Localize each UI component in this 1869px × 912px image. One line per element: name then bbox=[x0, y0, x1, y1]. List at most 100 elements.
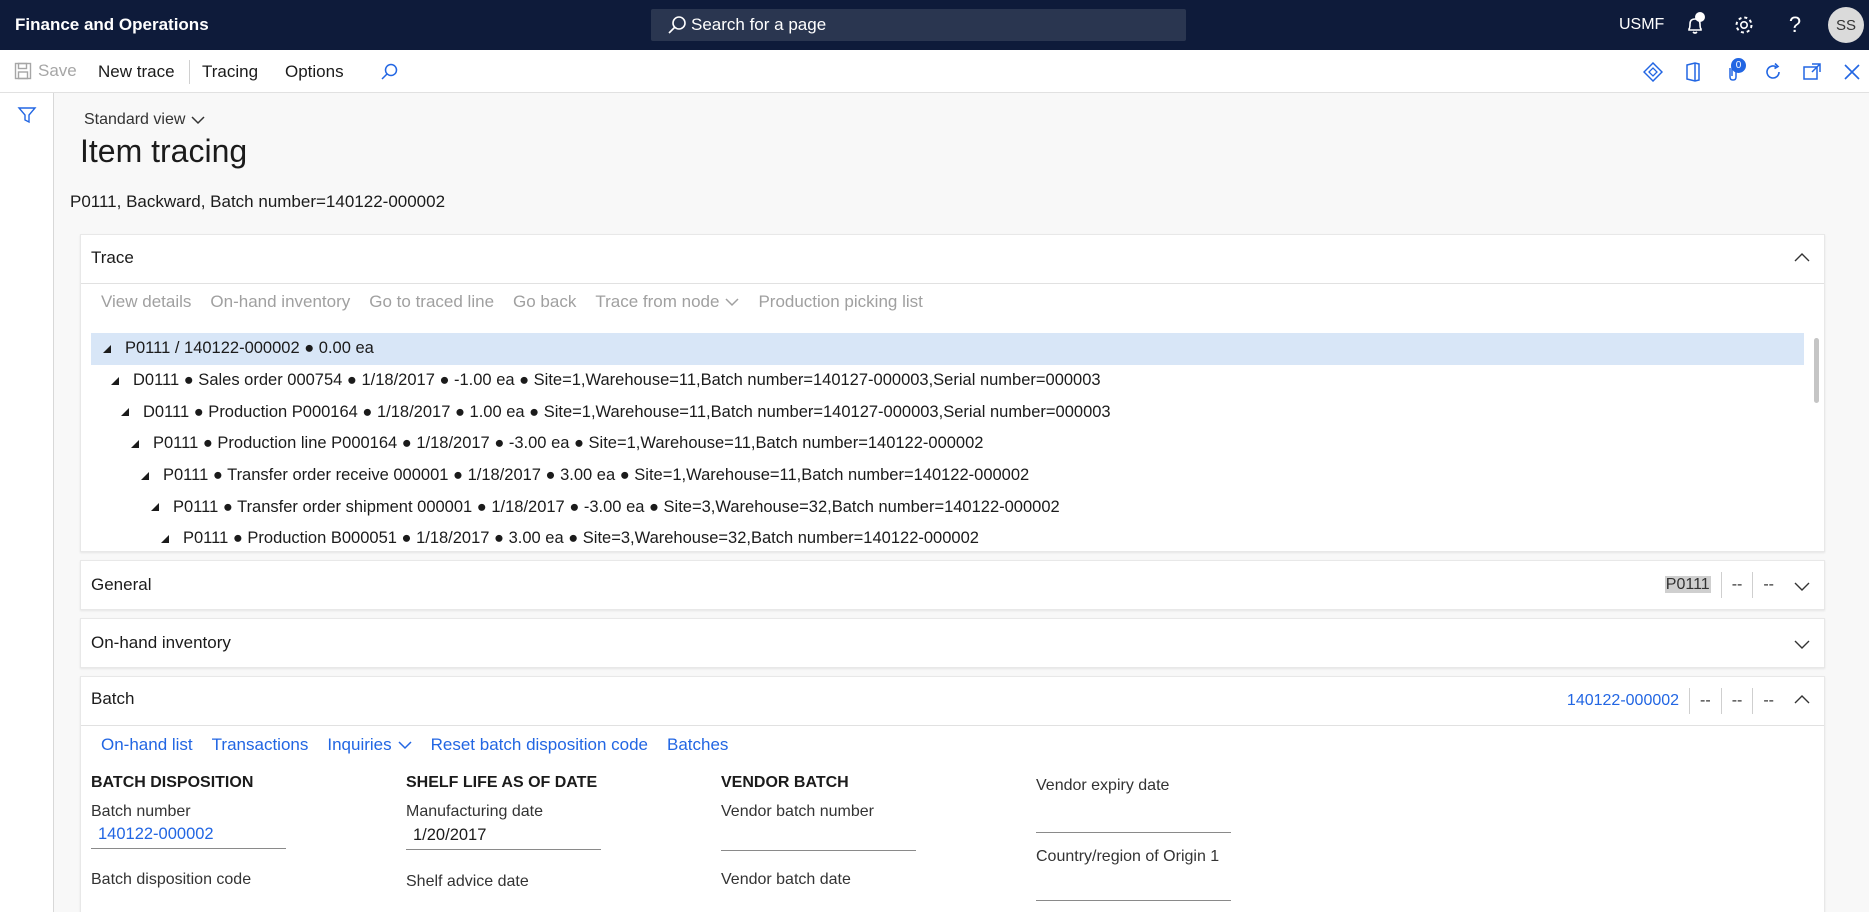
tree-node-label: D0111 ● Production P000164 ● 1/18/2017 ●… bbox=[143, 402, 1111, 421]
tree-node[interactable]: D0111 ● Production P000164 ● 1/18/2017 ●… bbox=[91, 396, 1804, 428]
general-section: General P0111 -- -- bbox=[80, 560, 1825, 610]
page-search-box[interactable] bbox=[651, 9, 1186, 41]
summary-field: -- bbox=[1720, 688, 1753, 714]
search-input[interactable] bbox=[691, 15, 1171, 35]
reset-batch-disposition-link[interactable]: Reset batch disposition code bbox=[431, 735, 648, 755]
tree-node[interactable]: P0111 ● Production B000051 ● 1/18/2017 ●… bbox=[91, 523, 1804, 553]
batch-disposition-heading: BATCH DISPOSITION bbox=[91, 774, 254, 791]
filter-pane-rail bbox=[0, 93, 54, 912]
country-of-origin-label: Country/region of Origin 1 bbox=[1036, 848, 1220, 865]
trace-caption: P0111, Backward, Batch number=140122-000… bbox=[70, 192, 446, 211]
tree-scrollbar[interactable] bbox=[1814, 338, 1819, 403]
help-icon[interactable]: ? bbox=[1783, 12, 1807, 37]
popout-icon[interactable] bbox=[1801, 61, 1823, 83]
chevron-down-icon[interactable] bbox=[1794, 636, 1810, 652]
tree-node[interactable]: P0111 / 140122-000002 ● 0.00 ea bbox=[91, 333, 1804, 365]
onhand-inventory-button[interactable]: On-hand inventory bbox=[210, 292, 350, 312]
filter-icon[interactable] bbox=[17, 105, 37, 130]
top-navigation-bar: Finance and Operations USMF ? SS bbox=[0, 0, 1869, 50]
close-icon[interactable] bbox=[1841, 61, 1863, 83]
onhand-list-link[interactable]: On-hand list bbox=[101, 735, 193, 755]
tracing-tab[interactable]: Tracing bbox=[202, 62, 258, 82]
page-title: Item tracing bbox=[80, 133, 248, 169]
trace-from-node-label: Trace from node bbox=[595, 292, 720, 311]
manufacturing-date-field[interactable]: 1/20/2017 bbox=[406, 824, 601, 850]
view-name: Standard view bbox=[84, 111, 186, 128]
summary-batch-number[interactable]: 140122-000002 bbox=[1557, 688, 1689, 714]
batch-toolbar: On-hand list Transactions Inquiries Rese… bbox=[101, 735, 728, 755]
tree-node-label: P0111 / 140122-000002 ● 0.00 ea bbox=[125, 339, 374, 358]
view-details-button[interactable]: View details bbox=[101, 292, 191, 312]
batch-number-label: Batch number bbox=[91, 803, 191, 820]
batches-link[interactable]: Batches bbox=[667, 735, 728, 755]
refresh-icon[interactable] bbox=[1762, 61, 1784, 83]
save-icon bbox=[14, 62, 32, 80]
avatar[interactable]: SS bbox=[1828, 7, 1864, 43]
chevron-down-icon bbox=[191, 116, 205, 125]
summary-field: -- bbox=[1752, 572, 1784, 598]
save-button[interactable]: Save bbox=[14, 61, 77, 81]
production-picking-list-button[interactable]: Production picking list bbox=[758, 292, 922, 312]
vendor-batch-number-field[interactable] bbox=[721, 825, 916, 851]
gear-icon[interactable] bbox=[1732, 13, 1756, 37]
bell-icon[interactable] bbox=[1683, 12, 1707, 37]
batch-section-title[interactable]: Batch bbox=[91, 689, 134, 709]
batch-number-field[interactable]: 140122-000002 bbox=[91, 823, 286, 849]
search-icon bbox=[668, 16, 686, 34]
action-search-icon[interactable] bbox=[378, 61, 400, 83]
diamond-icon[interactable] bbox=[1642, 61, 1664, 83]
tree-node-label: P0111 ● Production line P000164 ● 1/18/2… bbox=[153, 434, 984, 453]
inquiries-menu[interactable]: Inquiries bbox=[327, 735, 412, 755]
tree-node[interactable]: D0111 ● Sales order 000754 ● 1/18/2017 ●… bbox=[91, 365, 1804, 397]
batch-disposition-code-label: Batch disposition code bbox=[91, 871, 252, 888]
expand-triangle-icon[interactable] bbox=[141, 471, 149, 480]
onhand-section-title[interactable]: On-hand inventory bbox=[91, 633, 231, 653]
tree-node[interactable]: P0111 ● Production line P000164 ● 1/18/2… bbox=[91, 428, 1804, 460]
expand-triangle-icon[interactable] bbox=[111, 376, 119, 385]
tree-node-label: P0111 ● Transfer order shipment 000001 ●… bbox=[173, 497, 1060, 516]
attachment-count-badge: 0 bbox=[1731, 58, 1746, 73]
transactions-link[interactable]: Transactions bbox=[212, 735, 309, 755]
expand-triangle-icon[interactable] bbox=[103, 344, 111, 353]
shelf-life-heading: SHELF LIFE AS OF DATE bbox=[406, 774, 598, 791]
attachment-icon[interactable]: 0 bbox=[1722, 58, 1746, 83]
view-selector[interactable]: Standard view bbox=[84, 111, 205, 129]
trace-from-node-menu[interactable]: Trace from node bbox=[595, 292, 739, 312]
chevron-down-icon[interactable] bbox=[1794, 578, 1810, 594]
expand-triangle-icon[interactable] bbox=[131, 439, 139, 448]
shelf-advice-date-label: Shelf advice date bbox=[406, 873, 529, 890]
trace-section-title[interactable]: Trace bbox=[91, 248, 134, 268]
chevron-up-icon[interactable] bbox=[1794, 250, 1810, 266]
company-picker[interactable]: USMF bbox=[1619, 16, 1664, 34]
office-icon[interactable] bbox=[1682, 61, 1704, 83]
new-trace-button[interactable]: New trace bbox=[98, 62, 175, 82]
save-label: Save bbox=[38, 61, 77, 80]
expand-triangle-icon[interactable] bbox=[121, 408, 129, 417]
tree-node[interactable]: P0111 ● Transfer order shipment 000001 ●… bbox=[91, 491, 1804, 523]
expand-triangle-icon[interactable] bbox=[161, 534, 169, 543]
vendor-batch-number-label: Vendor batch number bbox=[721, 803, 874, 820]
manufacturing-date-label: Manufacturing date bbox=[406, 803, 543, 820]
summary-field: -- bbox=[1752, 688, 1784, 714]
summary-field: -- bbox=[1689, 688, 1721, 714]
inquiries-label: Inquiries bbox=[327, 735, 392, 754]
batch-section: Batch 140122-000002 -- -- -- On-hand lis… bbox=[80, 676, 1825, 912]
vendor-expiry-date-label: Vendor expiry date bbox=[1036, 777, 1170, 794]
app-title[interactable]: Finance and Operations bbox=[15, 15, 209, 35]
section-divider bbox=[81, 283, 1824, 284]
expand-triangle-icon[interactable] bbox=[151, 503, 159, 512]
general-section-title[interactable]: General bbox=[91, 575, 151, 595]
chevron-up-icon[interactable] bbox=[1794, 692, 1810, 708]
tree-node[interactable]: P0111 ● Transfer order receive 000001 ● … bbox=[91, 460, 1804, 492]
options-tab[interactable]: Options bbox=[285, 62, 344, 82]
trace-tree: P0111 / 140122-000002 ● 0.00 ea D0111 ● … bbox=[91, 333, 1804, 553]
go-back-button[interactable]: Go back bbox=[513, 292, 576, 312]
vendor-batch-heading: VENDOR BATCH bbox=[721, 774, 849, 791]
vendor-expiry-date-field[interactable] bbox=[1036, 807, 1231, 833]
action-separator bbox=[189, 60, 190, 84]
batch-summary: 140122-000002 -- -- -- bbox=[1557, 688, 1784, 714]
go-to-traced-line-button[interactable]: Go to traced line bbox=[369, 292, 494, 312]
tree-node-label: P0111 ● Production B000051 ● 1/18/2017 ●… bbox=[183, 529, 979, 548]
country-of-origin-field[interactable] bbox=[1036, 875, 1231, 901]
summary-field: P0111 bbox=[1655, 572, 1721, 598]
